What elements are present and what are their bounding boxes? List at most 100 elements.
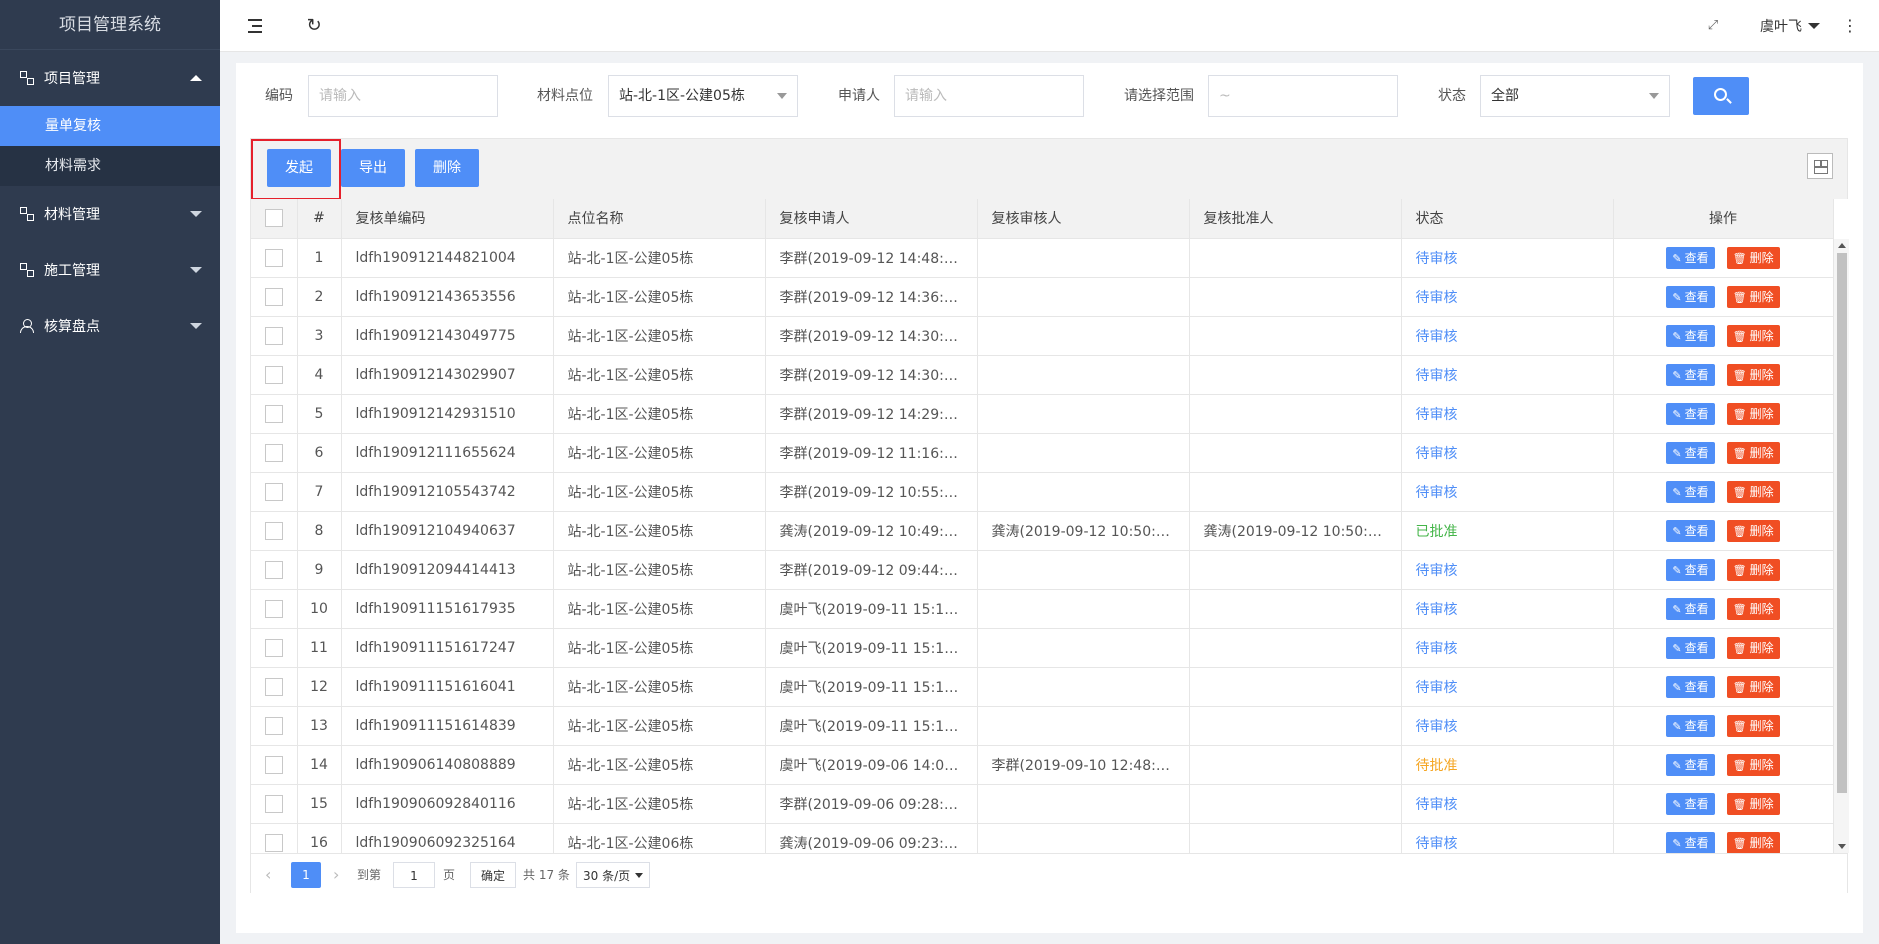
refresh-icon[interactable]: ↻ xyxy=(304,16,324,36)
row-delete-button[interactable]: 🗑 删除 xyxy=(1726,714,1780,737)
row-delete-button[interactable]: 🗑 删除 xyxy=(1726,792,1780,815)
view-label: 查看 xyxy=(1684,718,1709,733)
goto-page-input[interactable]: 1 xyxy=(393,862,435,888)
scroll-up-icon[interactable] xyxy=(1838,243,1846,248)
view-button[interactable]: ✎ 查看 xyxy=(1666,402,1715,425)
view-button[interactable]: ✎ 查看 xyxy=(1666,480,1715,503)
row-checkbox[interactable] xyxy=(264,677,283,696)
menu-fold-icon[interactable] xyxy=(246,16,266,36)
view-button[interactable]: ✎ 查看 xyxy=(1666,285,1715,308)
view-button[interactable]: ✎ 查看 xyxy=(1666,831,1715,853)
view-button[interactable]: ✎ 查看 xyxy=(1666,363,1715,386)
row-select-cell xyxy=(251,589,298,629)
row-checkbox[interactable] xyxy=(264,755,283,774)
trash-icon: 🗑 xyxy=(1732,368,1747,382)
row-checkbox[interactable] xyxy=(264,833,283,852)
code-input[interactable]: 请输入 xyxy=(308,75,498,117)
sidebar-group-project[interactable]: 项目管理 xyxy=(0,50,220,106)
row-checkbox[interactable] xyxy=(264,443,283,462)
row-delete-button[interactable]: 🗑 删除 xyxy=(1726,558,1780,581)
row-checkbox[interactable] xyxy=(264,716,283,735)
view-button[interactable]: ✎ 查看 xyxy=(1666,675,1715,698)
row-delete-button[interactable]: 🗑 删除 xyxy=(1726,285,1780,308)
page-size-select[interactable]: 30 条/页 xyxy=(576,862,650,888)
view-button[interactable]: ✎ 查看 xyxy=(1666,558,1715,581)
row-delete-button[interactable]: 🗑 删除 xyxy=(1726,519,1780,542)
view-label: 查看 xyxy=(1684,523,1709,538)
total-count: 共 17 条 xyxy=(523,868,570,882)
row-checkbox[interactable] xyxy=(264,365,283,384)
delete-button[interactable]: 删除 xyxy=(415,149,479,187)
row-index: 4 xyxy=(297,355,342,395)
sidebar-group-construction[interactable]: 施工管理 xyxy=(0,242,220,298)
search-button[interactable] xyxy=(1693,77,1749,115)
row-checkbox[interactable] xyxy=(264,482,283,501)
view-label: 查看 xyxy=(1684,250,1709,265)
row-delete-button[interactable]: 🗑 删除 xyxy=(1726,597,1780,620)
review-reviewer xyxy=(977,550,1190,590)
row-delete-button[interactable]: 🗑 删除 xyxy=(1726,363,1780,386)
row-delete-button[interactable]: 🗑 删除 xyxy=(1726,246,1780,269)
location-select[interactable]: 站-北-1区-公建05栋 xyxy=(608,75,798,117)
delete-label: 删除 xyxy=(1749,328,1774,343)
next-page-icon[interactable]: › xyxy=(333,862,339,888)
view-button[interactable]: ✎ 查看 xyxy=(1666,519,1715,542)
row-checkbox[interactable] xyxy=(264,326,283,345)
view-button[interactable]: ✎ 查看 xyxy=(1666,714,1715,737)
row-delete-button[interactable]: 🗑 删除 xyxy=(1726,636,1780,659)
row-checkbox[interactable] xyxy=(264,560,283,579)
review-approver xyxy=(1189,784,1402,824)
data-table: # 复核单编码 点位名称 复核申请人 复核审核人 复核批准人 状态 操作 1 ld… xyxy=(251,199,1849,853)
more-vertical-icon[interactable]: ⋮ xyxy=(1840,16,1860,36)
goto-confirm-button[interactable]: 确定 xyxy=(470,862,516,888)
view-button[interactable]: ✎ 查看 xyxy=(1666,246,1715,269)
view-button[interactable]: ✎ 查看 xyxy=(1666,441,1715,464)
delete-label: 删除 xyxy=(1749,484,1774,499)
view-button[interactable]: ✎ 查看 xyxy=(1666,753,1715,776)
view-button[interactable]: ✎ 查看 xyxy=(1666,636,1715,659)
fullscreen-icon[interactable]: ⤢ xyxy=(1703,16,1723,36)
row-select-cell xyxy=(251,472,298,512)
row-checkbox[interactable] xyxy=(264,287,283,306)
row-checkbox[interactable] xyxy=(264,521,283,540)
page-1-button[interactable]: 1 xyxy=(291,862,321,888)
row-delete-button[interactable]: 🗑 删除 xyxy=(1726,402,1780,425)
row-delete-button[interactable]: 🗑 删除 xyxy=(1726,480,1780,503)
applicant-input[interactable]: 请输入 xyxy=(894,75,1084,117)
export-button[interactable]: 导出 xyxy=(341,149,405,187)
row-checkbox[interactable] xyxy=(264,248,283,267)
topbar: ↻ ⤢ 虞叶飞 ⋮ xyxy=(220,0,1879,52)
sidebar-group-accounting[interactable]: 核算盘点 xyxy=(0,298,220,354)
row-checkbox[interactable] xyxy=(264,404,283,423)
row-delete-button[interactable]: 🗑 删除 xyxy=(1726,441,1780,464)
review-applicant: 李群(2019-09-12 14:30:49) xyxy=(765,316,978,356)
view-button[interactable]: ✎ 查看 xyxy=(1666,597,1715,620)
row-checkbox[interactable] xyxy=(264,794,283,813)
select-all-checkbox[interactable] xyxy=(264,209,283,228)
vertical-scrollbar[interactable] xyxy=(1833,239,1849,853)
scroll-down-icon[interactable] xyxy=(1838,844,1846,849)
review-applicant: 虞叶飞(2019-09-11 15:16:17) xyxy=(765,589,978,629)
start-button[interactable]: 发起 xyxy=(267,149,331,187)
row-delete-button[interactable]: 🗑 删除 xyxy=(1726,675,1780,698)
user-menu[interactable]: 虞叶飞 xyxy=(1760,16,1820,36)
row-delete-button[interactable]: 🗑 删除 xyxy=(1726,831,1780,853)
view-button[interactable]: ✎ 查看 xyxy=(1666,324,1715,347)
scrollbar-thumb[interactable] xyxy=(1837,253,1847,793)
date-range-input[interactable]: ~ xyxy=(1208,75,1398,117)
view-label: 查看 xyxy=(1684,562,1709,577)
sidebar-item-material-demand[interactable]: 材料需求 xyxy=(0,146,220,186)
view-button[interactable]: ✎ 查看 xyxy=(1666,792,1715,815)
row-checkbox[interactable] xyxy=(264,599,283,618)
row-delete-button[interactable]: 🗑 删除 xyxy=(1726,753,1780,776)
row-checkbox[interactable] xyxy=(264,638,283,657)
status-select[interactable]: 全部 xyxy=(1480,75,1670,117)
sidebar-group-material[interactable]: 材料管理 xyxy=(0,186,220,242)
review-code: ldfh190911151617247 xyxy=(341,628,554,668)
row-delete-button[interactable]: 🗑 删除 xyxy=(1726,324,1780,347)
prev-page-icon[interactable]: ‹ xyxy=(265,862,271,888)
sidebar-item-quantity-review[interactable]: 量单复核 xyxy=(0,106,220,146)
chevron-down-icon xyxy=(635,873,643,878)
chevron-down-icon xyxy=(190,211,202,217)
column-settings-icon[interactable] xyxy=(1807,153,1833,179)
